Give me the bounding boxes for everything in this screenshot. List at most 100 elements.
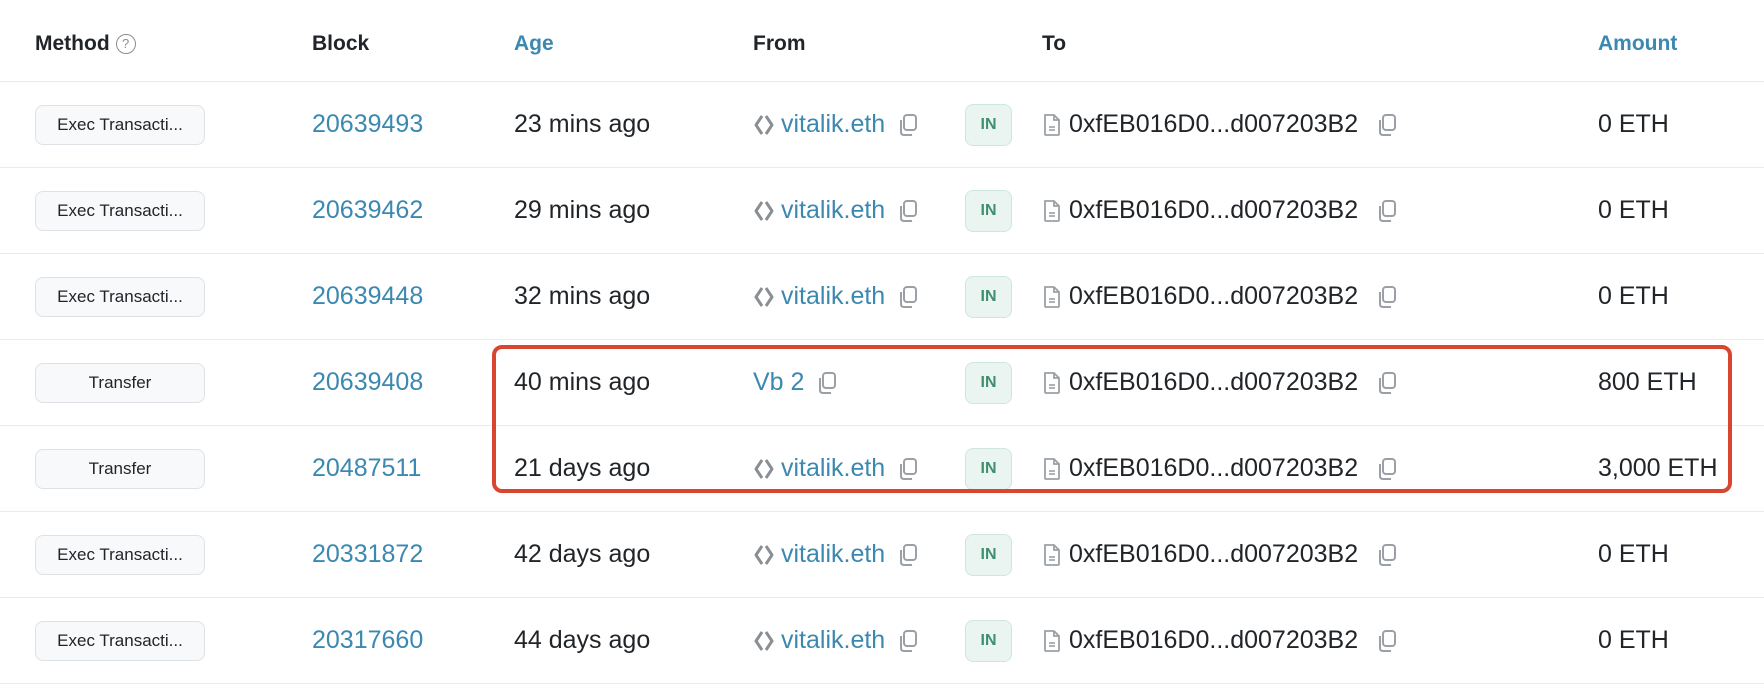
copy-icon[interactable] bbox=[1376, 457, 1398, 481]
from-cell: vitalik.eth bbox=[753, 168, 919, 253]
ens-diamond-icon bbox=[753, 630, 775, 652]
from-cell: vitalik.eth bbox=[753, 426, 919, 511]
question-circle-icon[interactable]: ? bbox=[115, 34, 136, 54]
direction-cell: IN bbox=[965, 340, 1012, 425]
to-cell: 0xfEB016D0...d007203B2 bbox=[1042, 426, 1398, 511]
document-icon bbox=[1042, 113, 1062, 137]
block-link[interactable]: 20639462 bbox=[312, 168, 423, 253]
copy-icon[interactable] bbox=[897, 629, 919, 653]
amount-text: 3,000 ETH bbox=[1598, 454, 1718, 482]
to-address-link[interactable]: 0xfEB016D0...d007203B2 bbox=[1069, 626, 1358, 655]
method-badge[interactable]: Exec Transacti... bbox=[35, 620, 205, 661]
age-text: 44 days ago bbox=[514, 626, 651, 654]
copy-icon[interactable] bbox=[1376, 371, 1398, 395]
header-amount[interactable]: Amount bbox=[1598, 32, 1677, 56]
transactions-table: Method? Block Age From To Amount Exec Tr… bbox=[0, 0, 1764, 684]
copy-icon[interactable] bbox=[1376, 543, 1398, 567]
in-badge: IN bbox=[965, 275, 1012, 318]
in-badge: IN bbox=[965, 533, 1012, 576]
header-method: Method? bbox=[35, 32, 136, 56]
header-block: Block bbox=[312, 32, 370, 55]
header-to: To bbox=[1042, 32, 1067, 55]
block-link[interactable]: 20331872 bbox=[312, 512, 423, 597]
to-address-link[interactable]: 0xfEB016D0...d007203B2 bbox=[1069, 110, 1358, 139]
table-row: Exec Transacti... 20639448 32 mins ago v… bbox=[0, 254, 1764, 340]
block-link[interactable]: 20487511 bbox=[312, 426, 421, 511]
method-cell: Transfer bbox=[35, 340, 205, 425]
age-text: 40 mins ago bbox=[514, 368, 651, 396]
block-link[interactable]: 20639448 bbox=[312, 254, 423, 339]
copy-icon[interactable] bbox=[897, 113, 919, 137]
from-link[interactable]: vitalik.eth bbox=[781, 110, 885, 139]
from-cell: vitalik.eth bbox=[753, 82, 919, 167]
direction-cell: IN bbox=[965, 426, 1012, 511]
method-badge[interactable]: Exec Transacti... bbox=[35, 534, 205, 575]
to-cell: 0xfEB016D0...d007203B2 bbox=[1042, 168, 1398, 253]
table-row: Exec Transacti... 20639493 23 mins ago v… bbox=[0, 82, 1764, 168]
method-badge[interactable]: Transfer bbox=[35, 448, 205, 489]
document-icon bbox=[1042, 457, 1062, 481]
age-text: 29 mins ago bbox=[514, 196, 651, 224]
to-address-link[interactable]: 0xfEB016D0...d007203B2 bbox=[1069, 282, 1358, 311]
from-link[interactable]: vitalik.eth bbox=[781, 540, 885, 569]
in-badge: IN bbox=[965, 103, 1012, 146]
age-text: 42 days ago bbox=[514, 540, 651, 568]
block-link[interactable]: 20639408 bbox=[312, 340, 423, 425]
from-link[interactable]: Vb 2 bbox=[753, 368, 804, 397]
block-link[interactable]: 20639493 bbox=[312, 82, 423, 167]
document-icon bbox=[1042, 543, 1062, 567]
header-age[interactable]: Age bbox=[514, 32, 554, 56]
table-row: Exec Transacti... 20331872 42 days ago v… bbox=[0, 512, 1764, 598]
amount-text: 800 ETH bbox=[1598, 368, 1697, 396]
copy-icon[interactable] bbox=[897, 543, 919, 567]
from-link[interactable]: vitalik.eth bbox=[781, 196, 885, 225]
table-row: Transfer 20487511 21 days ago vitalik.et… bbox=[0, 426, 1764, 512]
direction-cell: IN bbox=[965, 512, 1012, 597]
block-link[interactable]: 20317660 bbox=[312, 598, 423, 683]
document-icon bbox=[1042, 199, 1062, 223]
method-badge[interactable]: Exec Transacti... bbox=[35, 104, 205, 145]
method-cell: Exec Transacti... bbox=[35, 254, 205, 339]
from-link[interactable]: vitalik.eth bbox=[781, 626, 885, 655]
age-text: 23 mins ago bbox=[514, 110, 651, 138]
from-cell: vitalik.eth bbox=[753, 254, 919, 339]
copy-icon[interactable] bbox=[1376, 113, 1398, 137]
ens-diamond-icon bbox=[753, 544, 775, 566]
to-cell: 0xfEB016D0...d007203B2 bbox=[1042, 598, 1398, 683]
ens-diamond-icon bbox=[753, 114, 775, 136]
direction-cell: IN bbox=[965, 82, 1012, 167]
copy-icon[interactable] bbox=[897, 457, 919, 481]
to-address-link[interactable]: 0xfEB016D0...d007203B2 bbox=[1069, 540, 1358, 569]
copy-icon[interactable] bbox=[816, 371, 838, 395]
method-cell: Exec Transacti... bbox=[35, 82, 205, 167]
copy-icon[interactable] bbox=[1376, 629, 1398, 653]
copy-icon[interactable] bbox=[1376, 285, 1398, 309]
from-link[interactable]: vitalik.eth bbox=[781, 454, 885, 483]
method-cell: Transfer bbox=[35, 426, 205, 511]
copy-icon[interactable] bbox=[897, 199, 919, 223]
age-text: 32 mins ago bbox=[514, 282, 651, 310]
in-badge: IN bbox=[965, 189, 1012, 232]
in-badge: IN bbox=[965, 361, 1012, 404]
copy-icon[interactable] bbox=[1376, 199, 1398, 223]
to-cell: 0xfEB016D0...d007203B2 bbox=[1042, 82, 1398, 167]
amount-text: 0 ETH bbox=[1598, 540, 1669, 568]
table-header: Method? Block Age From To Amount bbox=[0, 0, 1764, 82]
method-badge[interactable]: Exec Transacti... bbox=[35, 190, 205, 231]
in-badge: IN bbox=[965, 619, 1012, 662]
method-badge[interactable]: Exec Transacti... bbox=[35, 276, 205, 317]
direction-cell: IN bbox=[965, 254, 1012, 339]
table-row: Exec Transacti... 20317660 44 days ago v… bbox=[0, 598, 1764, 684]
document-icon bbox=[1042, 629, 1062, 653]
method-badge[interactable]: Transfer bbox=[35, 362, 205, 403]
from-link[interactable]: vitalik.eth bbox=[781, 282, 885, 311]
to-address-link[interactable]: 0xfEB016D0...d007203B2 bbox=[1069, 454, 1358, 483]
table-row: Exec Transacti... 20639462 29 mins ago v… bbox=[0, 168, 1764, 254]
from-cell: vitalik.eth bbox=[753, 598, 919, 683]
copy-icon[interactable] bbox=[897, 285, 919, 309]
document-icon bbox=[1042, 285, 1062, 309]
document-icon bbox=[1042, 371, 1062, 395]
to-address-link[interactable]: 0xfEB016D0...d007203B2 bbox=[1069, 196, 1358, 225]
to-address-link[interactable]: 0xfEB016D0...d007203B2 bbox=[1069, 368, 1358, 397]
table-body: Exec Transacti... 20639493 23 mins ago v… bbox=[0, 82, 1764, 684]
